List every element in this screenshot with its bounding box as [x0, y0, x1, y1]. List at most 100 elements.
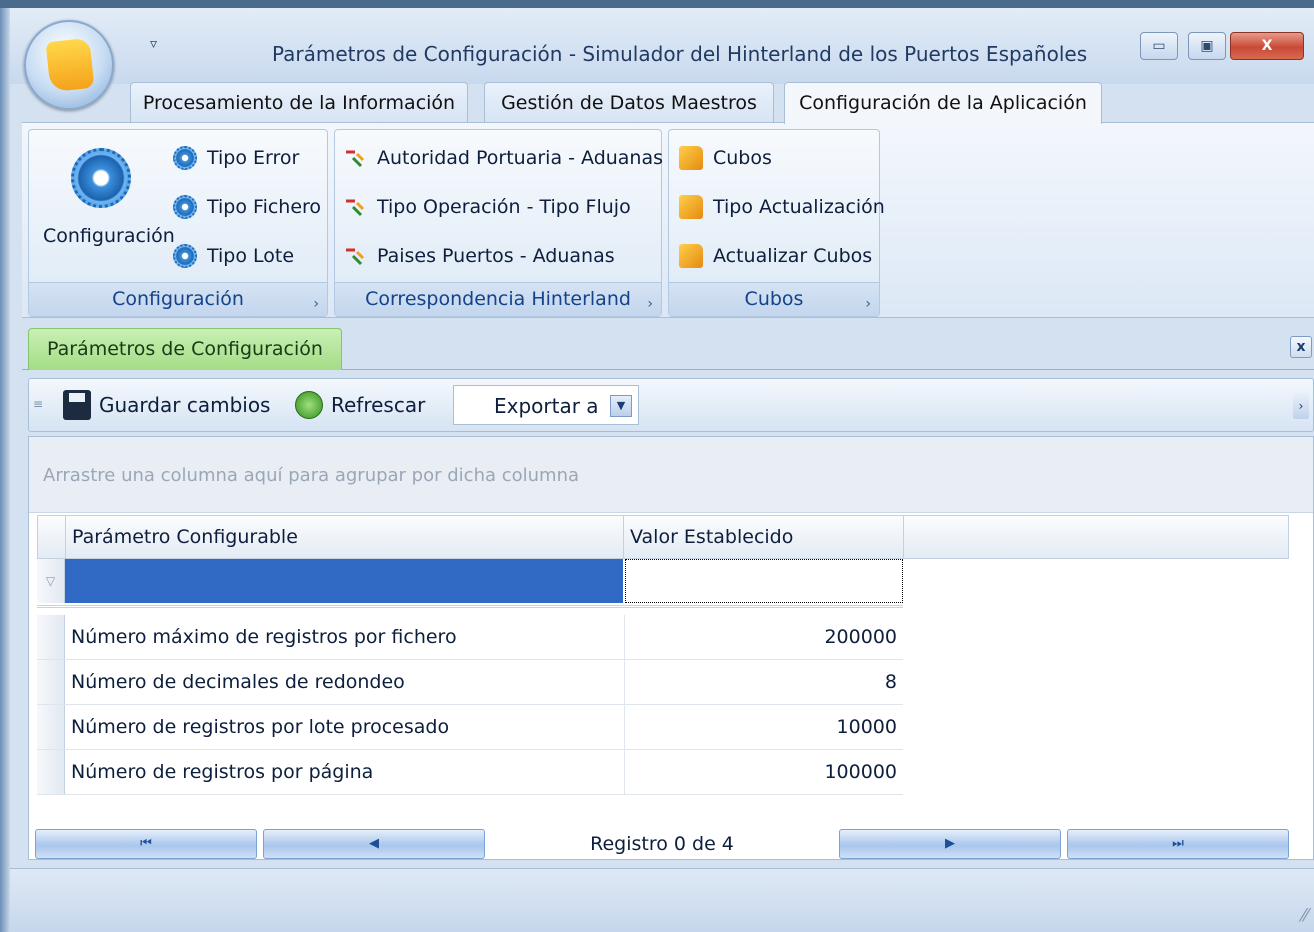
cell-parametro[interactable]: Número de registros por página	[71, 750, 373, 794]
window-top-edge	[0, 0, 1314, 8]
first-record-button[interactable]: ⏮	[35, 829, 257, 859]
cube-icon	[679, 195, 703, 219]
previous-record-button[interactable]: ◀	[263, 829, 485, 859]
filter-cell-parametro[interactable]	[65, 559, 623, 603]
quick-access-chevron-down-icon[interactable]: ▿	[150, 36, 157, 52]
row-indicator[interactable]	[37, 705, 65, 749]
next-record-button[interactable]: ▶	[839, 829, 1061, 859]
configuracion-large-button[interactable]: Configuración	[43, 225, 175, 247]
button-label: Tipo Fichero	[207, 196, 322, 218]
tab-configuracion-aplicacion[interactable]: Configuración de la Aplicación	[784, 82, 1102, 124]
column-header-valor[interactable]: Valor Establecido	[624, 516, 904, 558]
data-grid: Arrastre una columna aquí para agrupar p…	[28, 436, 1314, 860]
gear-icon	[173, 244, 197, 268]
table-row[interactable]: Número máximo de registros por fichero 2…	[37, 615, 903, 660]
row-indicator[interactable]	[37, 660, 65, 704]
ribbon-group-cubos: Cubos Tipo Actualización Actualizar Cubo…	[668, 129, 885, 317]
button-label: Paises Puertos - Aduanas	[377, 245, 615, 267]
tab-procesamiento-informacion[interactable]: Procesamiento de la Información	[130, 82, 468, 122]
save-changes-button[interactable]: Guardar cambios	[63, 387, 270, 423]
filter-row: ▽	[37, 559, 903, 603]
column-divider	[624, 705, 625, 749]
last-record-button[interactable]: ⏭	[1067, 829, 1289, 859]
spain-map-logo-icon	[45, 37, 95, 93]
group-label: Correspondencia Hinterland	[335, 282, 661, 316]
cell-parametro[interactable]: Número de decimales de redondeo	[71, 660, 405, 704]
tab-label: Gestión de Datos Maestros	[501, 92, 757, 114]
cell-valor[interactable]: 8	[885, 660, 897, 704]
dialog-launcher-icon[interactable]: ›	[865, 296, 871, 312]
export-selected-value: Exportar a	[494, 394, 599, 418]
cube-icon	[679, 244, 703, 268]
chevron-down-icon[interactable]: ▼	[610, 395, 632, 417]
table-row[interactable]: Número de decimales de redondeo 8	[37, 660, 903, 705]
group-label: Cubos	[669, 282, 879, 316]
toolbar-overflow-chevron-right-icon[interactable]: ›	[1293, 393, 1309, 419]
toolbar-grip-icon[interactable]: ≡	[33, 397, 43, 411]
close-tab-icon[interactable]: x	[1290, 336, 1312, 358]
cell-parametro[interactable]: Número máximo de registros por fichero	[71, 615, 457, 659]
cubos-button[interactable]: Cubos	[679, 140, 772, 176]
title-bar[interactable]: ▿ Parámetros de Configuración - Simulado…	[10, 8, 1314, 84]
application-menu-button[interactable]	[24, 20, 114, 110]
tab-label: Configuración de la Aplicación	[799, 92, 1087, 114]
table-row[interactable]: Número de registros por página 100000	[37, 750, 903, 795]
row-indicator[interactable]	[37, 615, 65, 659]
filter-icon[interactable]: ▽	[37, 559, 65, 603]
cell-parametro[interactable]: Número de registros por lote procesado	[71, 705, 449, 749]
grid-toolbar: ≡ Guardar cambios Refrescar Exportar a ▼…	[28, 378, 1314, 432]
minimize-button[interactable]: ▭	[1140, 32, 1178, 60]
window-title: Parámetros de Configuración - Simulador …	[272, 42, 1088, 66]
row-indicator[interactable]	[37, 750, 65, 794]
button-label: Autoridad Portuaria - Aduanas	[377, 147, 664, 169]
mapping-arrows-icon	[343, 244, 367, 268]
actualizar-cubos-button[interactable]: Actualizar Cubos	[679, 238, 872, 274]
tab-gestion-datos-maestros[interactable]: Gestión de Datos Maestros	[484, 82, 774, 122]
grid-header-row: Parámetro Configurable Valor Establecido	[37, 515, 1289, 559]
button-label: Cubos	[713, 147, 772, 169]
close-button[interactable]: X	[1230, 32, 1304, 60]
ribbon-group-configuracion: Configuración Tipo Error Tipo Fichero Ti…	[28, 129, 328, 317]
tipo-error-button[interactable]: Tipo Error	[173, 140, 299, 176]
cell-valor[interactable]: 200000	[824, 615, 897, 659]
button-label: Refrescar	[331, 393, 426, 417]
dialog-launcher-icon[interactable]: ›	[313, 296, 319, 312]
mapping-arrows-icon	[343, 146, 367, 170]
save-icon	[63, 390, 91, 420]
record-position-text: Registro 0 de 4	[590, 833, 734, 855]
button-label: Tipo Operación - Tipo Flujo	[377, 196, 631, 218]
export-dropdown[interactable]: Exportar a ▼	[453, 385, 639, 425]
tipo-fichero-button[interactable]: Tipo Fichero	[173, 189, 321, 225]
application-window: ▿ Parámetros de Configuración - Simulado…	[0, 0, 1314, 932]
paises-puertos-aduanas-button[interactable]: Paises Puertos - Aduanas	[343, 238, 615, 274]
tipo-operacion-tipo-flujo-button[interactable]: Tipo Operación - Tipo Flujo	[343, 189, 631, 225]
cell-valor[interactable]: 10000	[837, 705, 897, 749]
gear-icon	[173, 146, 197, 170]
filter-cell-valor[interactable]	[625, 559, 903, 603]
column-divider	[624, 750, 625, 794]
tipo-lote-button[interactable]: Tipo Lote	[173, 238, 294, 274]
maximize-button[interactable]: ▣	[1188, 32, 1226, 60]
record-navigator: ⏮ ◀ Registro 0 de 4 ▶ ⏭	[35, 829, 1289, 859]
gear-icon	[173, 195, 197, 219]
autoridad-portuaria-aduanas-button[interactable]: Autoridad Portuaria - Aduanas	[343, 140, 663, 176]
ribbon-group-correspondencia-hinterland: Autoridad Portuaria - Aduanas Tipo Opera…	[334, 129, 663, 317]
tipo-actualizacion-button[interactable]: Tipo Actualización	[679, 189, 885, 225]
group-panel-hint: Arrastre una columna aquí para agrupar p…	[43, 465, 580, 486]
column-divider	[624, 660, 625, 704]
tab-parametros-configuracion[interactable]: Parámetros de Configuración	[28, 328, 342, 370]
column-header-parametro[interactable]: Parámetro Configurable	[66, 516, 624, 558]
group-by-panel[interactable]: Arrastre una columna aquí para agrupar p…	[29, 437, 1313, 513]
refresh-button[interactable]: Refrescar	[295, 387, 425, 423]
window-left-frame	[0, 8, 10, 932]
dialog-launcher-icon[interactable]: ›	[647, 296, 653, 312]
table-row[interactable]: Número de registros por lote procesado 1…	[37, 705, 903, 750]
filter-separator	[37, 605, 903, 613]
resize-grip-icon[interactable]: ⁄⁄	[1302, 905, 1308, 926]
document-tab-strip: Parámetros de Configuración x	[22, 322, 1314, 370]
cube-icon	[679, 146, 703, 170]
cell-valor[interactable]: 100000	[824, 750, 897, 794]
status-bar: ⁄⁄	[10, 868, 1314, 932]
mapping-arrows-icon	[343, 195, 367, 219]
button-label: Tipo Actualización	[713, 196, 885, 218]
